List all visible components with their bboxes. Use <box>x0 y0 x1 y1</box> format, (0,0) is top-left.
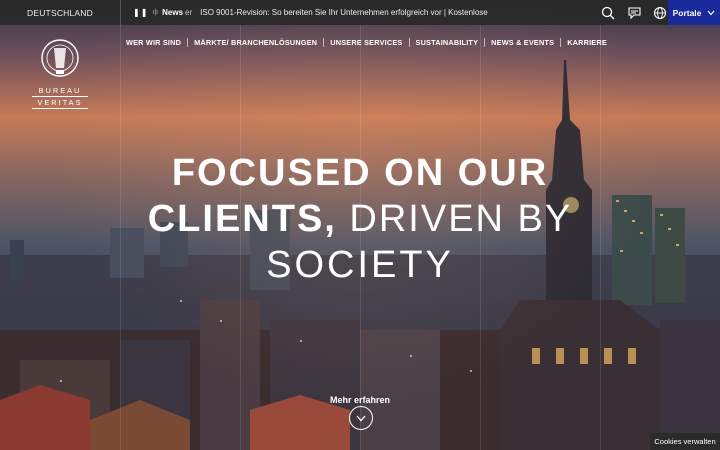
headline-line-1: FOCUSED ON OUR <box>171 152 549 194</box>
main-nav: WER WIR SIND MÄRKTE/ BRANCHENLÖSUNGEN UN… <box>120 36 613 48</box>
nav-item-services[interactable]: UNSERE SERVICES <box>323 37 408 47</box>
bureau-veritas-logo[interactable]: BUREAU VERITAS <box>32 34 88 109</box>
nav-item-sustainability[interactable]: SUSTAINABILITY <box>408 37 485 47</box>
chevron-down-icon <box>356 415 366 421</box>
headline-line-2: CLIENTS, DRIVEN BY <box>0 196 720 242</box>
headline-light-words: DRIVEN BY <box>336 198 573 240</box>
chevron-down-icon <box>707 10 715 15</box>
logo-text-bureau: BUREAU <box>38 86 82 95</box>
pause-icon[interactable]: ❚❚ <box>133 8 148 17</box>
headline-bold-word: CLIENTS, <box>147 198 337 240</box>
news-label-suffix: er <box>185 8 193 17</box>
news-label: News <box>162 8 184 17</box>
country-selector[interactable]: DEUTSCHLAND <box>0 0 121 25</box>
logo-text-veritas: VERITAS <box>32 96 88 109</box>
signal-icon: ı|ı <box>152 9 159 16</box>
top-icons <box>600 0 668 25</box>
portale-button[interactable]: Portale <box>668 0 720 25</box>
nav-item-wer-wir-sind[interactable]: WER WIR SIND <box>120 38 187 47</box>
portale-label: Portale <box>672 7 702 18</box>
chat-icon[interactable] <box>626 5 642 21</box>
nav-item-karriere[interactable]: KARRIERE <box>560 37 613 47</box>
cookies-button[interactable]: Cookies verwalten <box>650 433 720 450</box>
globe-icon[interactable] <box>652 5 668 21</box>
news-ticker-link[interactable]: ISO 9001-Revision: So bereiten Sie Ihr U… <box>200 8 580 17</box>
nav-item-maerkte[interactable]: MÄRKTE/ BRANCHENLÖSUNGEN <box>187 37 323 47</box>
search-icon[interactable] <box>600 5 616 21</box>
logo-seal-icon <box>41 39 79 77</box>
hero-headline: FOCUSED ON OUR CLIENTS, DRIVEN BY SOCIET… <box>0 150 720 288</box>
mehr-erfahren-label[interactable]: Mehr erfahren <box>0 395 720 405</box>
headline-line-3: SOCIETY <box>266 244 454 286</box>
scroll-down-button[interactable] <box>349 406 373 430</box>
nav-item-news-events[interactable]: NEWS & EVENTS <box>484 37 560 47</box>
top-bar: DEUTSCHLAND ❚❚ ı|ı News er ISO 9001-Revi… <box>0 0 720 25</box>
